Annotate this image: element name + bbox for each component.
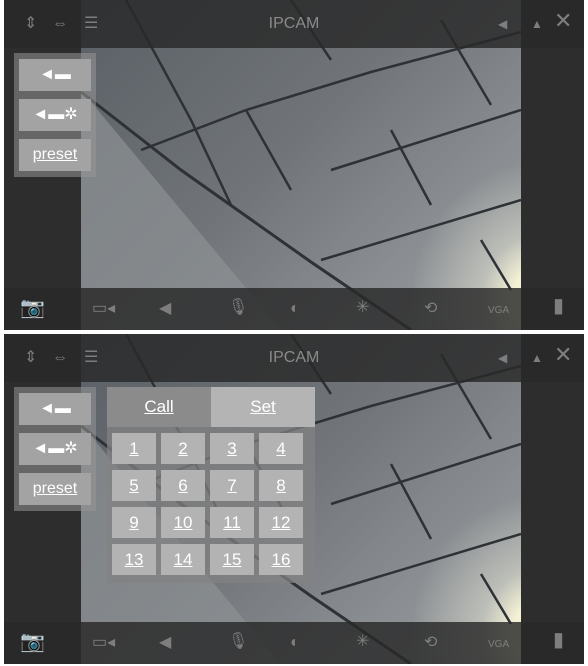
speaker-icon[interactable]: ◀: [498, 349, 507, 367]
light-icon: ◄▬: [39, 400, 71, 417]
preset-3-button[interactable]: 3: [210, 433, 254, 464]
preset-5-button[interactable]: 5: [112, 470, 156, 501]
speaker-icon[interactable]: ◀: [159, 634, 171, 652]
brightness-icon[interactable]: ✳: [356, 299, 369, 317]
reset-icon[interactable]: ⟲: [424, 634, 437, 652]
preset-14-button[interactable]: 14: [161, 544, 205, 575]
right-sidebar: [521, 0, 584, 330]
light-on-icon: ◄▬✲: [32, 106, 78, 123]
preset-1-button[interactable]: 1: [112, 433, 156, 464]
camera-feed[interactable]: [81, 0, 521, 330]
ceiling-grid-lines: [81, 0, 521, 330]
video-record-icon[interactable]: ▭◂: [92, 300, 115, 318]
microphone-icon[interactable]: 🎙: [228, 633, 248, 651]
reset-icon[interactable]: ⟲: [424, 300, 437, 318]
preset-7-button[interactable]: 7: [210, 470, 254, 501]
ptz-control-panel: ◄▬ ◄▬✲ preset: [14, 53, 96, 177]
preset-panel: Call Set 1 2 3 4 5 6 7 8 9 10 11 12 13 1…: [107, 387, 315, 583]
set-tab[interactable]: Set: [211, 387, 315, 427]
preset-8-button[interactable]: 8: [259, 470, 303, 501]
camera-view-panel-2: ⇕ ⇔ ☰ IPCAM ◀ ▲ ✕ ◄▬ ◄▬✲ preset Call Set…: [4, 334, 584, 664]
light-off-button[interactable]: ◄▬: [19, 393, 91, 425]
warning-icon[interactable]: ▲: [531, 349, 543, 367]
right-sidebar: [521, 334, 584, 664]
preset-10-button[interactable]: 10: [161, 507, 205, 538]
contrast-icon[interactable]: ◐: [290, 634, 300, 652]
warning-icon[interactable]: ▲: [531, 15, 543, 33]
ptz-control-panel: ◄▬ ◄▬✲ preset: [14, 387, 96, 511]
bottom-toolbar: 📷 ▭◂ ◀ 🎙 ◐ ✳ ⟲ VGA ▮: [4, 622, 584, 664]
brightness-icon[interactable]: ✳: [356, 633, 369, 651]
preset-16-button[interactable]: 16: [259, 544, 303, 575]
speaker-icon[interactable]: ◀: [498, 15, 507, 33]
resolution-button[interactable]: VGA: [488, 302, 509, 320]
call-tab[interactable]: Call: [107, 387, 211, 427]
preset-13-button[interactable]: 13: [112, 544, 156, 575]
top-toolbar: ⇕ ⇔ ☰ IPCAM ◀ ▲ ✕: [4, 334, 584, 382]
app-title: IPCAM: [268, 15, 320, 32]
preset-6-button[interactable]: 6: [161, 470, 205, 501]
preset-button[interactable]: preset: [19, 139, 91, 171]
close-icon[interactable]: ✕: [554, 10, 572, 32]
contrast-icon[interactable]: ◐: [290, 300, 300, 318]
preset-9-button[interactable]: 9: [112, 507, 156, 538]
light-off-button[interactable]: ◄▬: [19, 59, 91, 91]
fullscreen-icon[interactable]: ▮: [553, 296, 564, 316]
app-title: IPCAM: [268, 349, 320, 366]
preset-11-button[interactable]: 11: [210, 507, 254, 538]
preset-button[interactable]: preset: [19, 473, 91, 505]
camera-icon[interactable]: 📷: [20, 632, 45, 652]
camera-icon[interactable]: 📷: [20, 298, 45, 318]
preset-2-button[interactable]: 2: [161, 433, 205, 464]
video-record-icon[interactable]: ▭◂: [92, 634, 115, 652]
top-toolbar: ⇕ ⇔ ☰ IPCAM ◀ ▲ ✕: [4, 0, 584, 48]
light-icon: ◄▬: [39, 66, 71, 83]
light-on-button[interactable]: ◄▬✲: [19, 433, 91, 465]
light-on-button[interactable]: ◄▬✲: [19, 99, 91, 131]
resolution-button[interactable]: VGA: [488, 636, 509, 654]
bottom-toolbar: 📷 ▭◂ ◀ 🎙 ◐ ✳ ⟲ VGA ▮: [4, 288, 584, 330]
microphone-icon[interactable]: 🎙: [228, 299, 248, 317]
light-on-icon: ◄▬✲: [32, 440, 78, 457]
fullscreen-icon[interactable]: ▮: [553, 630, 564, 650]
preset-12-button[interactable]: 12: [259, 507, 303, 538]
speaker-icon[interactable]: ◀: [159, 300, 171, 318]
close-icon[interactable]: ✕: [554, 344, 572, 366]
camera-view-panel-1: ⇕ ⇔ ☰ IPCAM ◀ ▲ ✕ ◄▬ ◄▬✲ preset 📷 ▭◂ ◀ 🎙…: [4, 0, 584, 330]
preset-4-button[interactable]: 4: [259, 433, 303, 464]
preset-15-button[interactable]: 15: [210, 544, 254, 575]
